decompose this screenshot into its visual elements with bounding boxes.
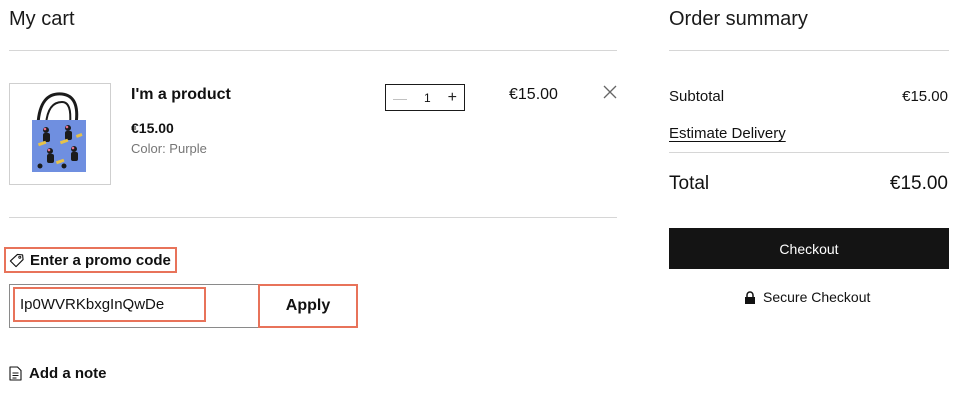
- summary-total-divider: [669, 152, 949, 153]
- add-note-label: Add a note: [29, 365, 107, 382]
- promo-code-label: Enter a promo code: [30, 251, 171, 269]
- close-icon: [603, 85, 617, 99]
- note-icon: [9, 366, 22, 381]
- product-color: Color: Purple: [131, 141, 207, 156]
- secure-checkout: Secure Checkout: [744, 289, 870, 305]
- cart-item-divider: [9, 217, 617, 218]
- product-price: €15.00: [131, 120, 174, 136]
- decrement-button[interactable]: —: [393, 91, 407, 105]
- apply-promo-button[interactable]: Apply: [258, 284, 358, 328]
- summary-title-divider: [669, 50, 949, 51]
- total-value: €15.00: [889, 173, 948, 194]
- product-image: [32, 92, 86, 172]
- line-item-total: €15.00: [509, 86, 558, 103]
- cart-title-divider: [9, 50, 617, 51]
- total-label: Total: [669, 173, 710, 194]
- quantity-stepper[interactable]: — 1 +: [385, 84, 465, 111]
- subtotal-value: €15.00: [902, 88, 948, 105]
- subtotal-label: Subtotal: [669, 88, 725, 105]
- secure-checkout-label: Secure Checkout: [763, 289, 871, 305]
- summary-title: Order summary: [669, 8, 808, 30]
- increment-button[interactable]: +: [448, 89, 457, 106]
- product-thumbnail[interactable]: [9, 83, 111, 185]
- estimate-delivery-link[interactable]: Estimate Delivery: [669, 125, 786, 142]
- checkout-button[interactable]: Checkout: [669, 228, 949, 269]
- promo-code-link[interactable]: Enter a promo code: [4, 247, 177, 273]
- cart-title: My cart: [9, 8, 75, 30]
- add-note-link[interactable]: Add a note: [9, 365, 107, 382]
- product-name[interactable]: I'm a product: [131, 86, 231, 104]
- promo-code-input[interactable]: [15, 289, 204, 320]
- lock-icon: [745, 290, 755, 304]
- tag-icon: [9, 253, 24, 267]
- quantity-value[interactable]: 1: [424, 91, 431, 105]
- remove-item-button[interactable]: [602, 84, 618, 100]
